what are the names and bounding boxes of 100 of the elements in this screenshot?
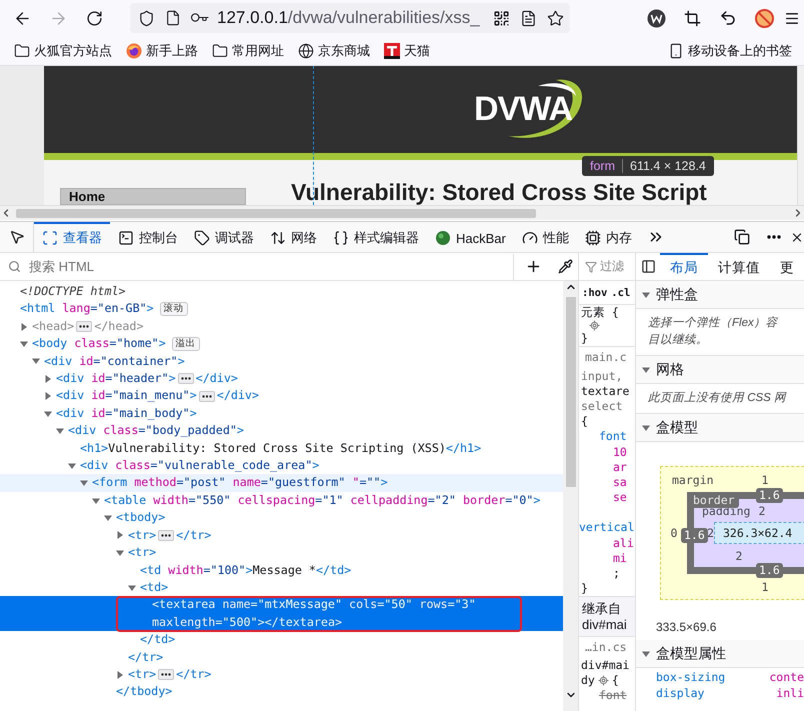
- sidebar-tab[interactable]: 更: [770, 253, 804, 280]
- expand-arrow-icon[interactable]: [44, 392, 52, 400]
- rule-source-link[interactable]: …in.cs: [579, 636, 635, 658]
- scroll-thumb[interactable]: [566, 297, 576, 487]
- shield-icon[interactable]: [138, 10, 155, 26]
- box-value[interactable]: 1: [762, 472, 768, 486]
- devtools-tab[interactable]: 性能: [514, 222, 577, 252]
- markup-node[interactable]: <tr>: [0, 544, 563, 562]
- section-header[interactable]: 盒模型: [636, 414, 804, 442]
- expand-arrow-icon[interactable]: [116, 670, 124, 679]
- rule-selector: input,: [580, 368, 624, 384]
- devtools-tab[interactable]: 样式编辑器: [325, 222, 427, 252]
- dots-icon: [79, 325, 90, 328]
- collapse-arrow-icon[interactable]: [128, 584, 136, 592]
- closing-tag-row[interactable]: </td>: [0, 631, 563, 649]
- sidebar-tab[interactable]: 计算值: [708, 253, 770, 280]
- scrollbar-track[interactable]: [797, 66, 804, 205]
- page-icon[interactable]: [165, 10, 181, 26]
- closing-tag-row[interactable]: </tbody>: [0, 683, 563, 701]
- markup-node[interactable]: <html lang="en-GB"> 滚动: [0, 300, 563, 318]
- box-value[interactable]: 2: [736, 548, 742, 562]
- search-field[interactable]: 搜索 HTML: [27, 254, 514, 280]
- section-header[interactable]: 盒模型属性: [636, 640, 804, 668]
- box-value[interactable]: 1.6: [681, 528, 708, 543]
- rule-selector: select: [580, 399, 624, 414]
- markup-node[interactable]: <form method="post" name="guestform" "="">: [0, 474, 563, 492]
- collapsed-children-button[interactable]: [178, 373, 194, 384]
- bookmark-item[interactable]: 京东商城: [298, 42, 370, 60]
- collapse-arrow-icon[interactable]: [642, 290, 650, 298]
- devtools-tab[interactable]: 内存: [576, 222, 640, 252]
- address-bar[interactable]: 127.0.0.1/dvwa/vulnerabilities/xss_: [130, 3, 570, 33]
- collapse-arrow-icon[interactable]: [32, 357, 40, 366]
- markup-node[interactable]: <!DOCTYPE html>: [0, 283, 563, 300]
- markup-node[interactable]: <div id="main_body">: [0, 404, 563, 422]
- content-size[interactable]: 326.3×62.4: [723, 526, 792, 540]
- bookmark-item[interactable]: 火狐官方站点: [14, 42, 112, 60]
- expand-arrow-icon[interactable]: [44, 374, 52, 383]
- devtools-tab[interactable]: HackBar: [427, 222, 514, 252]
- collapse-arrow-icon[interactable]: [80, 479, 88, 488]
- box-value[interactable]: 1.6: [756, 563, 783, 578]
- menu-item[interactable]: Home: [60, 188, 246, 205]
- expand-arrow-icon[interactable]: [20, 322, 28, 330]
- pseudo-class-toggle[interactable]: :hov: [582, 286, 608, 298]
- collapse-arrow-icon[interactable]: [642, 366, 650, 374]
- element-style-icon[interactable]: [598, 675, 609, 686]
- markup-node[interactable]: <tbody>: [0, 509, 563, 527]
- expand-arrow-icon[interactable]: [116, 531, 124, 540]
- property-name: font: [598, 429, 628, 445]
- collapse-arrow-icon[interactable]: [642, 650, 650, 658]
- bookmark-item[interactable]: 常用网址: [212, 42, 284, 60]
- bookmark-star-icon[interactable]: [547, 10, 564, 26]
- box-value[interactable]: 1: [762, 580, 768, 594]
- box-value[interactable]: 2: [758, 504, 766, 518]
- markup-node[interactable]: <div class="body_padded">: [0, 422, 563, 440]
- markup-node[interactable]: <div id="main_menu"> </div>: [0, 387, 563, 405]
- collapsed-children-button[interactable]: [76, 321, 92, 332]
- section-header[interactable]: 弹性盒: [636, 281, 804, 309]
- collapse-arrow-icon[interactable]: [20, 340, 28, 348]
- url-text[interactable]: 127.0.0.1/dvwa/vulnerabilities/xss_: [217, 8, 483, 28]
- scroll-thumb[interactable]: [16, 208, 536, 218]
- bookmark-item[interactable]: 天猫: [384, 42, 430, 60]
- element-style-icon[interactable]: [589, 320, 600, 332]
- node-badge[interactable]: 滚动: [160, 302, 188, 316]
- section-note: 选择一个弹性（Flex）容: [648, 316, 779, 331]
- collapsed-children-button[interactable]: [158, 669, 174, 680]
- qr-code-icon[interactable]: [493, 10, 510, 26]
- markup-node[interactable]: <div id="header"> </div>: [0, 370, 563, 388]
- markup-node[interactable]: <body class="home"> 溢出: [0, 335, 563, 353]
- box-value[interactable]: 1.6: [756, 488, 783, 503]
- mobile-bookmarks-item[interactable]: 移动设备上的书签: [668, 42, 792, 60]
- reader-view-icon[interactable]: [520, 10, 537, 26]
- markup-node[interactable]: <div class="vulnerable_code_area">: [0, 457, 563, 474]
- class-toggle[interactable]: .cl: [611, 286, 630, 298]
- box-value[interactable]: 0: [670, 526, 678, 540]
- markup-node[interactable]: <textarea name="mtxMessage" cols="50" rows="3" maxlength="500"></textarea>: [0, 596, 563, 632]
- collapse-arrow-icon[interactable]: [68, 462, 76, 470]
- devtools-tab[interactable]: 查看器: [34, 222, 110, 252]
- section-header[interactable]: 网格: [636, 356, 804, 384]
- markup-node[interactable]: <td>: [0, 578, 563, 596]
- rule-source-link[interactable]: main.c: [579, 346, 635, 369]
- markup-node[interactable]: <tr> </tr>: [0, 526, 563, 544]
- devtools-tab[interactable]: 控制台: [110, 222, 186, 252]
- folder-icon: [14, 42, 30, 58]
- markup-node[interactable]: <h1>Vulnerability: Stored Cross Site Scripting (XSS)</h1>: [0, 440, 563, 458]
- markup-node[interactable]: <td width="100">Message *</td>: [0, 562, 563, 579]
- node-badge[interactable]: 溢出: [172, 337, 200, 352]
- collapsed-children-button[interactable]: [198, 390, 215, 402]
- collapsed-children-button[interactable]: [158, 530, 174, 541]
- devtools-tab[interactable]: 网络: [262, 222, 325, 252]
- markup-node[interactable]: <tr> </tr>: [0, 666, 563, 684]
- bookmark-item[interactable]: 新手上路: [126, 42, 198, 60]
- devtools-tab[interactable]: 调试器: [186, 222, 262, 252]
- closing-tag-row[interactable]: </tr>: [0, 648, 563, 666]
- markup-node[interactable]: <table width="550" cellspacing="1" cellpadding="2" border="0">: [0, 492, 563, 510]
- box-value[interactable]: 2: [707, 526, 714, 540]
- property-value: mi: [612, 550, 628, 566]
- property-name: box-sizing: [656, 670, 726, 684]
- collapse-arrow-icon[interactable]: [642, 424, 650, 432]
- markup-node[interactable]: <div id="container">: [0, 352, 563, 370]
- collapse-arrow-icon[interactable]: [116, 548, 124, 557]
